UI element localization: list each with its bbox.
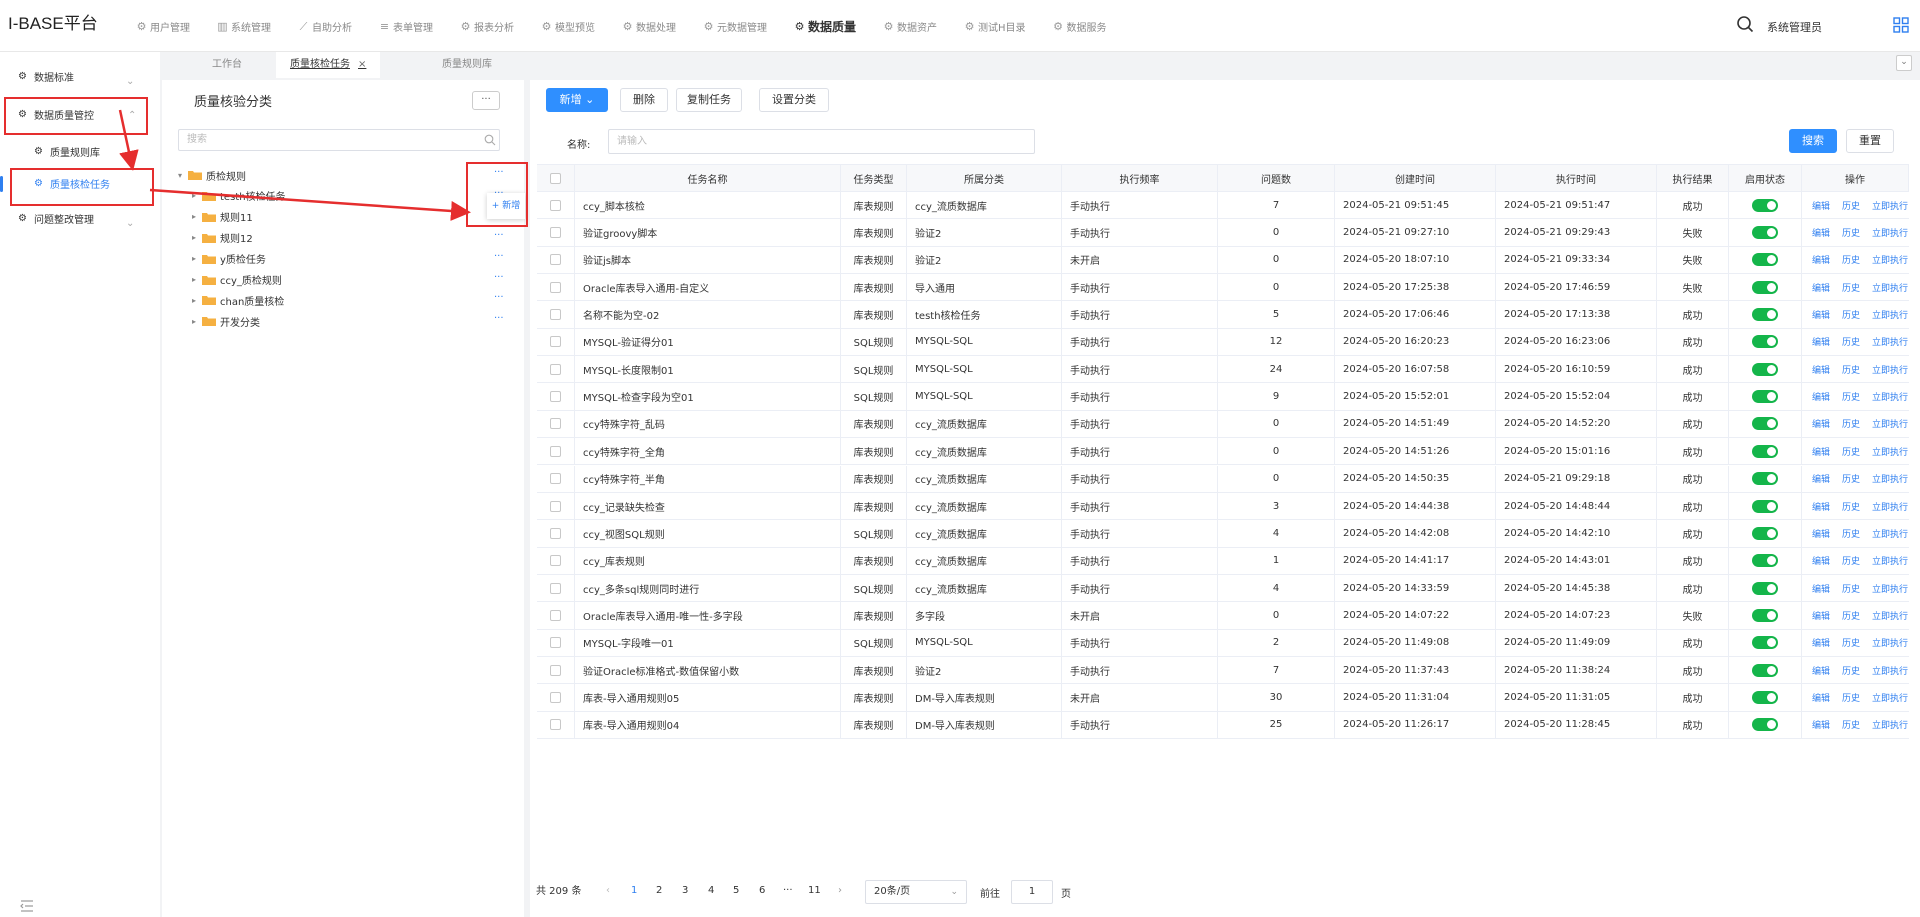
annotation-arrows	[118, 109, 471, 221]
